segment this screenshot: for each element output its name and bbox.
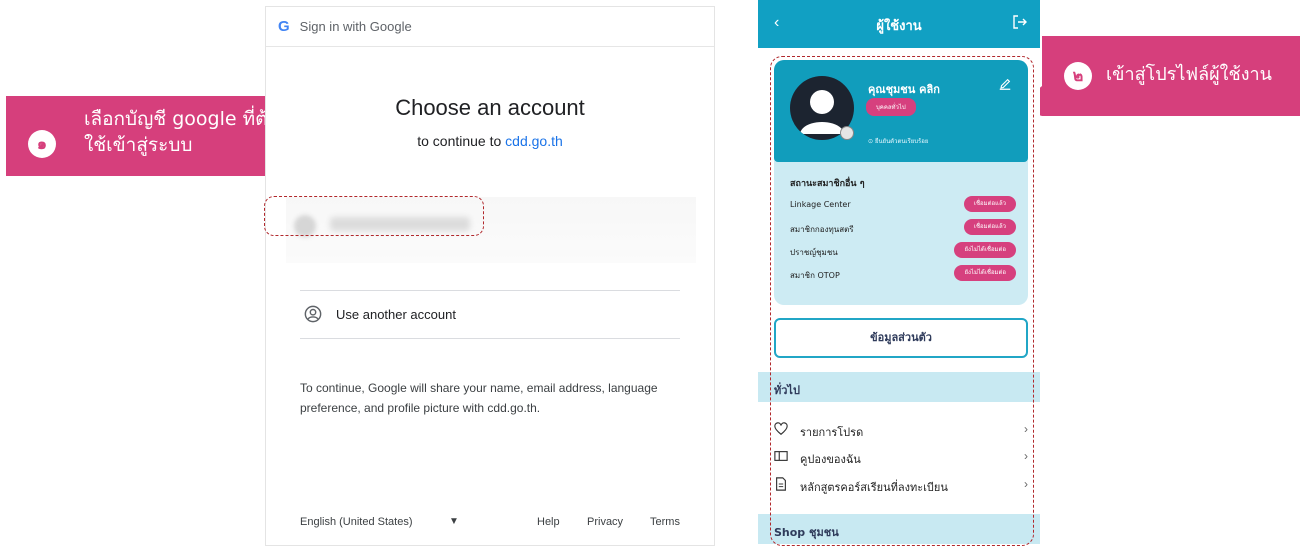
terms-link[interactable]: Terms: [650, 516, 680, 528]
google-logo-icon: G: [278, 18, 290, 35]
subtitle-prefix: to continue to: [417, 133, 502, 149]
divider: [300, 338, 680, 339]
google-header: G Sign in with Google: [266, 7, 714, 47]
dropdown-arrow-icon[interactable]: ▼: [449, 516, 459, 527]
divider: [300, 290, 680, 291]
logout-icon[interactable]: [1012, 14, 1028, 30]
step-number-badge: ๒: [1064, 62, 1092, 90]
callout-text: เข้าสู่โปรไฟล์ผู้ใช้งาน: [1106, 64, 1272, 85]
help-link[interactable]: Help: [537, 516, 560, 528]
highlight-profile-dashed-box: [770, 56, 1034, 546]
account-circle-icon: [304, 305, 322, 323]
subtitle-domain: cdd.go.th: [505, 133, 563, 149]
header-title: Sign in with Google: [299, 19, 412, 34]
page-subtitle: to continue to cdd.go.th: [266, 133, 714, 149]
app-top-bar: ‹ ผู้ใช้งาน: [758, 0, 1040, 48]
privacy-notice: To continue, Google will share your name…: [300, 381, 658, 415]
language-label: English (United States): [300, 516, 413, 528]
use-another-account-button[interactable]: Use another account: [300, 300, 680, 328]
highlight-account-dashed-box: [264, 196, 484, 236]
use-another-account-label: Use another account: [336, 306, 456, 322]
language-selector[interactable]: English (United States): [300, 516, 413, 528]
privacy-link[interactable]: Privacy: [587, 516, 623, 528]
step-number-badge: ๑: [28, 130, 56, 158]
page-title: Choose an account: [395, 95, 585, 120]
screen-title: ผู้ใช้งาน: [876, 19, 922, 34]
google-signin-window: G Sign in with Google Choose an account …: [265, 6, 715, 546]
callout-step-2: ๒ เข้าสู่โปรไฟล์ผู้ใช้งาน: [1042, 36, 1300, 116]
